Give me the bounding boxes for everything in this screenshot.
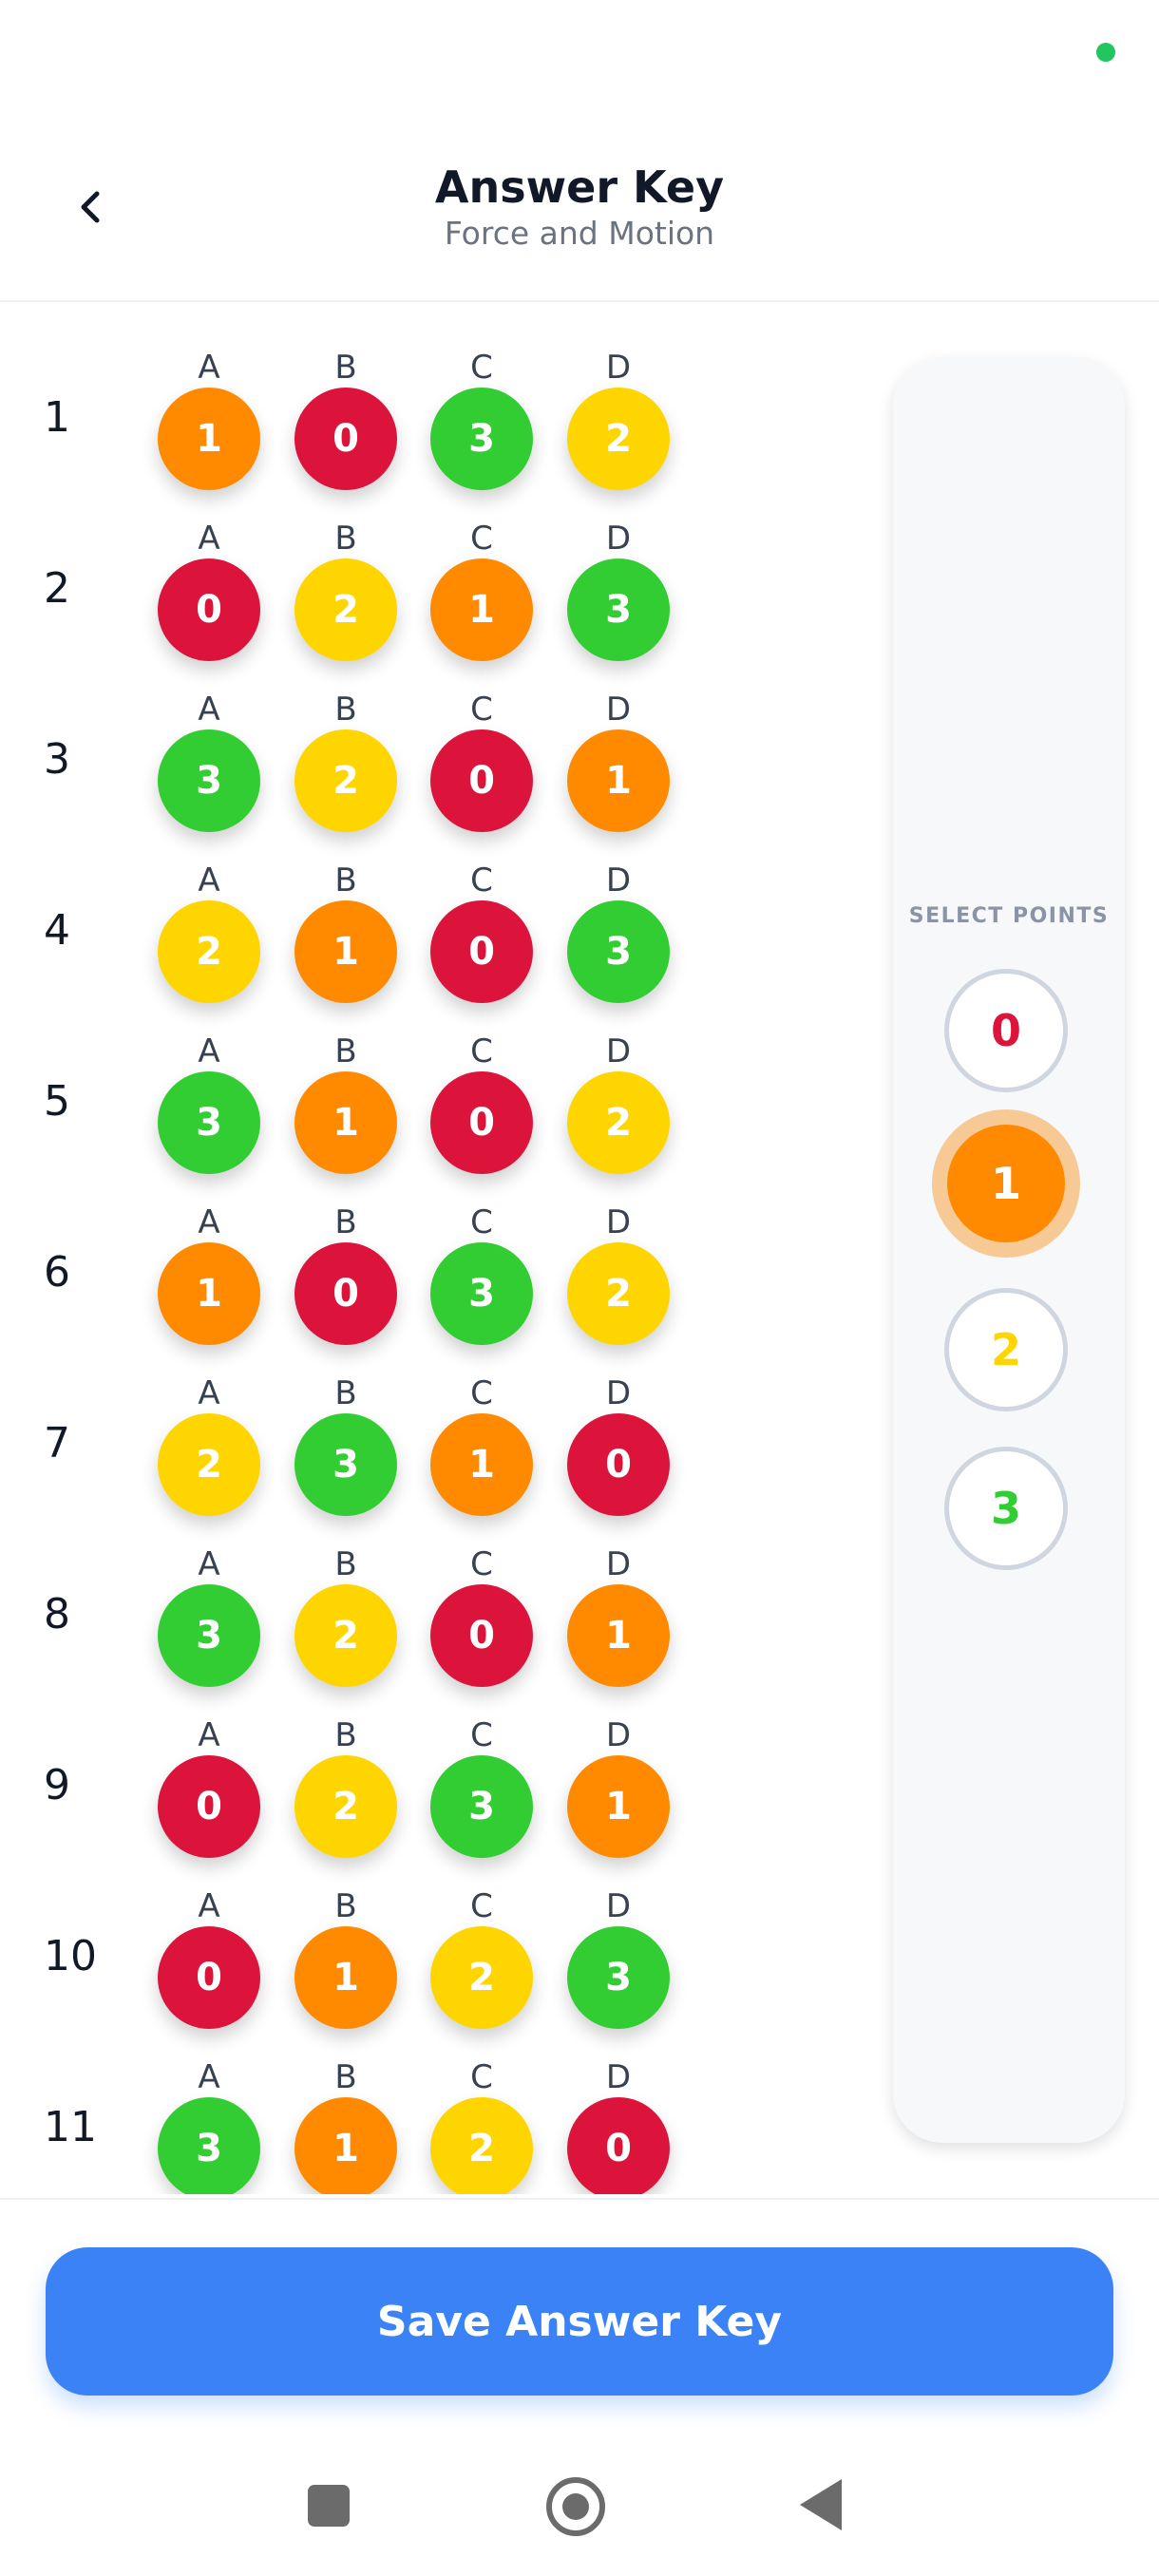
option-letter: D xyxy=(605,349,632,387)
option-letter: D xyxy=(605,1887,632,1925)
points-option-2[interactable]: 2 xyxy=(944,1288,1068,1411)
question-number: 11 xyxy=(44,2103,97,2151)
question-row: 6A1B0C3D2 xyxy=(0,1159,884,1345)
question-number: 7 xyxy=(44,1419,70,1468)
option-letter: A xyxy=(198,1545,220,1583)
question-row: 11 A 3 B 1 C 2 D 0 xyxy=(0,2014,884,2194)
option-letter: B xyxy=(334,1545,357,1583)
question-row: 8A3B2C0D1 xyxy=(0,1501,884,1687)
answer-option: B1 xyxy=(294,2061,397,2194)
option-letter: C xyxy=(470,1545,493,1583)
option-letter: B xyxy=(334,349,357,387)
option-letter: D xyxy=(605,862,632,900)
question-number: 2 xyxy=(44,564,70,613)
option-letter: C xyxy=(470,1374,493,1412)
option-letter: A xyxy=(198,520,220,558)
option-letter: B xyxy=(334,862,357,900)
question-row: 9A0B2C3D1 xyxy=(0,1672,884,1858)
home-circle-icon[interactable] xyxy=(546,2477,605,2536)
option-letter: A xyxy=(198,2058,220,2096)
option-letter: D xyxy=(605,520,632,558)
question-number: 9 xyxy=(44,1761,70,1809)
option-letter: C xyxy=(470,1887,493,1925)
answer-option: A3 xyxy=(158,2061,260,2194)
option-letter: D xyxy=(605,1032,632,1070)
option-points-circle[interactable]: 2 xyxy=(430,2097,533,2194)
option-letter: B xyxy=(334,2058,357,2096)
question-row: 3A3B2C0D1 xyxy=(0,646,884,832)
option-letter: B xyxy=(334,1716,357,1754)
question-list[interactable]: 1A1B0C3D22A0B2C1D33A3B2C0D14A2B1C0D35A3B… xyxy=(0,304,884,2194)
option-letter: C xyxy=(470,1032,493,1070)
option-letter: C xyxy=(470,1716,493,1754)
header: Answer Key Force and Motion xyxy=(0,142,1159,302)
option-letter: B xyxy=(334,1887,357,1925)
answer-option: C2 xyxy=(430,2061,533,2194)
option-letter: A xyxy=(198,862,220,900)
points-option-0[interactable]: 0 xyxy=(944,969,1068,1092)
option-points-circle[interactable]: 1 xyxy=(294,2097,397,2194)
question-row: 2A0B2C1D3 xyxy=(0,475,884,661)
option-points-circle[interactable]: 3 xyxy=(158,2097,260,2194)
question-number: 1 xyxy=(44,393,70,442)
option-letter: D xyxy=(605,1716,632,1754)
option-letter: A xyxy=(198,691,220,729)
points-option-3[interactable]: 3 xyxy=(944,1447,1068,1570)
question-row: 4A2B1C0D3 xyxy=(0,817,884,1003)
option-letter: B xyxy=(334,520,357,558)
option-letter: B xyxy=(334,1032,357,1070)
question-row: 10 A 0 B 1 C 2 D 3 xyxy=(0,1843,884,2029)
option-points-circle[interactable]: 0 xyxy=(567,2097,670,2194)
question-row: 7A2B3C1D0 xyxy=(0,1330,884,1516)
option-letter: A xyxy=(198,349,220,387)
option-letter: A xyxy=(198,1032,220,1070)
option-letter: B xyxy=(334,1374,357,1412)
question-number: 8 xyxy=(44,1590,70,1638)
question-row: 5A3B1C0D2 xyxy=(0,988,884,1174)
save-answer-key-button[interactable]: Save Answer Key xyxy=(46,2247,1113,2396)
answer-option: D0 xyxy=(567,2061,670,2194)
option-letter: C xyxy=(470,520,493,558)
option-letter: A xyxy=(198,1716,220,1754)
option-letter: D xyxy=(605,1203,632,1241)
recents-square-icon[interactable] xyxy=(308,2485,350,2527)
system-navigation-bar xyxy=(0,2432,1159,2576)
back-triangle-icon[interactable] xyxy=(800,2479,842,2530)
question-number: 10 xyxy=(44,1932,97,1980)
page-title: Answer Key xyxy=(434,161,725,213)
option-letter: C xyxy=(470,691,493,729)
option-letter: B xyxy=(334,691,357,729)
page-subtitle: Force and Motion xyxy=(444,215,715,252)
footer-divider xyxy=(0,2198,1159,2200)
option-letter: D xyxy=(605,691,632,729)
option-letter: C xyxy=(470,349,493,387)
points-panel: SELECT POINTS 0 1 2 3 xyxy=(893,357,1125,2143)
option-letter: D xyxy=(605,1545,632,1583)
option-letter: A xyxy=(198,1374,220,1412)
option-letter: C xyxy=(470,862,493,900)
option-letter: C xyxy=(470,2058,493,2096)
question-number: 5 xyxy=(44,1077,70,1126)
option-letter: C xyxy=(470,1203,493,1241)
option-letter: D xyxy=(605,1374,632,1412)
option-letter: A xyxy=(198,1203,220,1241)
option-letter: A xyxy=(198,1887,220,1925)
option-letter: D xyxy=(605,2058,632,2096)
question-number: 6 xyxy=(44,1248,70,1297)
status-indicator-dot xyxy=(1096,43,1115,62)
select-points-label: SELECT POINTS xyxy=(908,904,1110,928)
option-letter: B xyxy=(334,1203,357,1241)
points-option-1[interactable]: 1 xyxy=(932,1109,1080,1258)
question-number: 3 xyxy=(44,735,70,784)
question-row: 1A1B0C3D2 xyxy=(0,304,884,490)
question-number: 4 xyxy=(44,906,70,955)
